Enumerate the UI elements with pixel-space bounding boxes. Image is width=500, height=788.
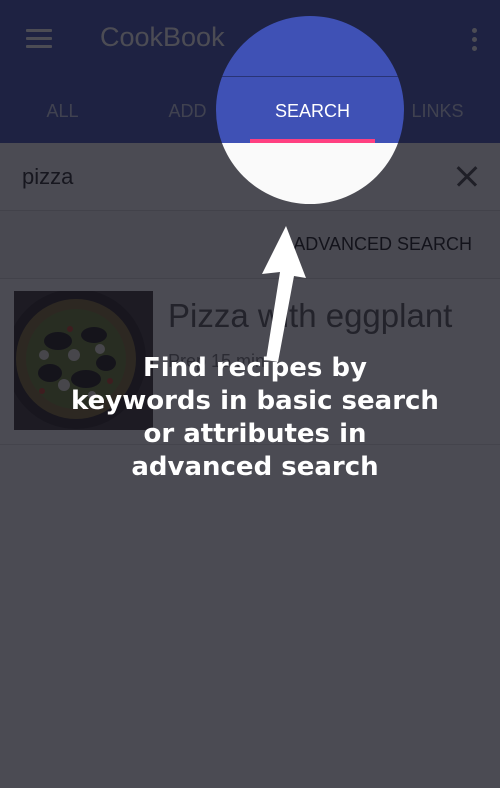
advanced-search-button[interactable]: ADVANCED SEARCH	[293, 211, 472, 278]
app-root: CookBook ALL ADD SEARCH LINKS ADVANCED S…	[0, 0, 500, 788]
close-icon[interactable]	[456, 165, 478, 187]
tutorial-spotlight: SEARCH	[216, 16, 404, 204]
more-vert-icon[interactable]	[466, 24, 482, 56]
hamburger-menu-icon[interactable]	[22, 24, 56, 54]
spotlight-tab-label: SEARCH	[274, 101, 350, 121]
spotlight-tab-indicator	[250, 139, 375, 143]
tab-all[interactable]: ALL	[0, 80, 125, 143]
arrow-up-icon	[262, 226, 306, 362]
tutorial-callout: Find recipes by keywords in basic search…	[71, 353, 439, 482]
app-title: CookBook	[100, 22, 225, 52]
